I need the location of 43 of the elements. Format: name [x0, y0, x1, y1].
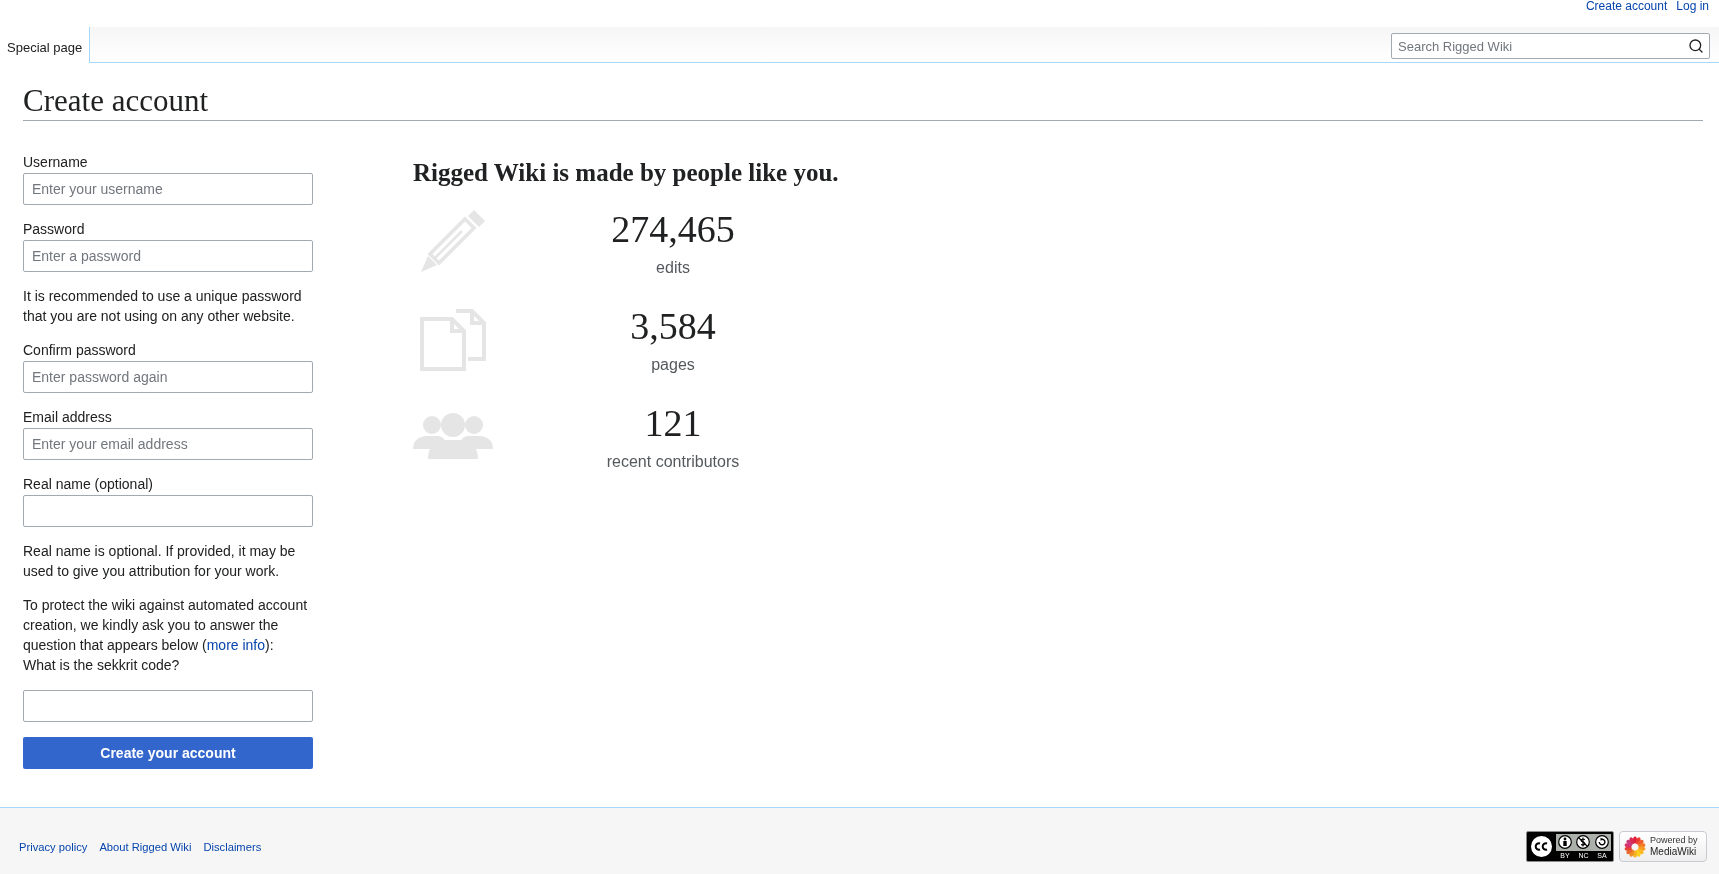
more-info-link[interactable]: more info [206, 637, 266, 653]
cc-logo-icon [1529, 834, 1554, 859]
input-field[interactable] [23, 495, 313, 527]
header-link[interactable]: Log in [1676, 0, 1709, 12]
page-title: Create account [23, 82, 209, 120]
captcha-question: What is the sekkrit code? [23, 656, 180, 675]
stat-label: recent contributors [606, 452, 740, 472]
footer-link[interactable]: About Rigged Wiki [99, 839, 192, 854]
stat-label: edits [656, 258, 690, 278]
input-field[interactable]: Enter your email address [23, 428, 313, 460]
documents-icon [420, 307, 486, 371]
stat-count: 121 [644, 403, 702, 443]
people-icon [413, 413, 493, 459]
badge-text: Powered by [1650, 835, 1698, 846]
badge-text: MediaWiki [1650, 846, 1698, 858]
input-field[interactable]: Enter your username [23, 173, 313, 205]
header-link[interactable]: Create account [1585, 0, 1668, 12]
input-field[interactable]: Enter a password [23, 240, 313, 272]
stat-label: pages [651, 355, 695, 375]
captcha-notice: To protect the wiki against automated account creation, we kindly ask you to answer the question that appears below (more info): [23, 596, 309, 655]
field-label: Real name (optional) [23, 475, 153, 494]
help-text: It is recommended to use a unique password that you are not using on any other website. [23, 287, 303, 326]
captcha-answer-field[interactable] [23, 690, 313, 722]
field-label: Username [23, 153, 88, 172]
benefits-heading: Rigged Wiki is made by people like you. [413, 159, 839, 187]
input-field[interactable]: Enter password again [23, 361, 313, 393]
share-alike-icon [1594, 835, 1609, 849]
field-label: Email address [23, 408, 112, 427]
search-icon[interactable] [1688, 38, 1704, 54]
search-field[interactable]: Search Rigged Wiki [1391, 33, 1710, 59]
stat-count: 3,584 [630, 306, 716, 346]
stat-count: 274,465 [611, 209, 735, 249]
footer-link[interactable]: Disclaimers [203, 839, 262, 854]
field-label: Confirm password [23, 341, 136, 360]
no-dollar-icon [1576, 835, 1591, 849]
field-label: Password [23, 220, 85, 239]
person-icon [1558, 835, 1573, 849]
flower-logo-icon [1624, 835, 1646, 858]
pencil-icon [420, 209, 486, 273]
create-account-button[interactable]: Create your account [23, 737, 313, 769]
help-text: Real name is optional. If provided, it may be used to give you attribution for your work. [23, 542, 297, 581]
footer-link[interactable]: Privacy policy [19, 839, 88, 854]
powered-by-badge[interactable]: Powered by MediaWiki [1619, 831, 1707, 862]
